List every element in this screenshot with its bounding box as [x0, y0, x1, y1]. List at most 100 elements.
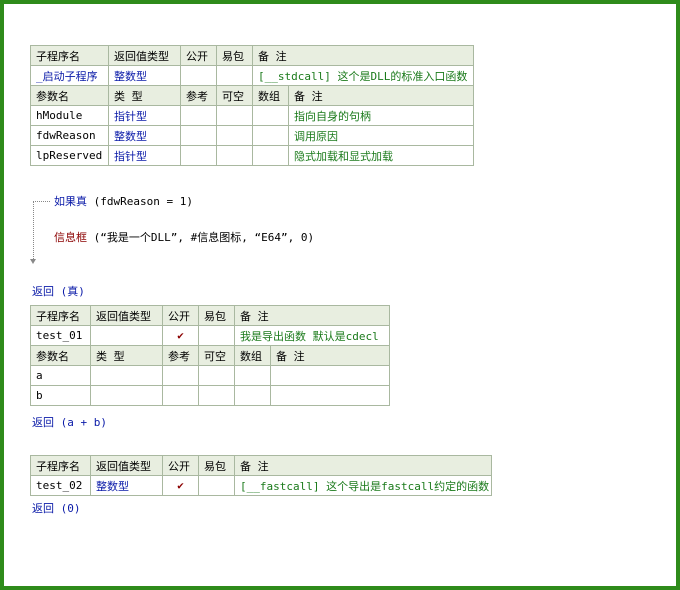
public-check-icon[interactable]: ✔: [162, 475, 199, 496]
easy-pack-cell[interactable]: [198, 475, 235, 496]
if-statement-line[interactable]: 如果真 (fdwReason = 1): [54, 193, 193, 209]
return-true-line[interactable]: 返回 (真): [32, 283, 85, 299]
table-header-row: 子程序名 返回值类型 公开 易包 备 注: [30, 455, 492, 476]
col-header-easy-pack: 易包: [198, 455, 235, 476]
col-header-return-type: 返回值类型: [108, 45, 181, 66]
flow-line-vertical: [33, 201, 34, 259]
col-header-easy-pack: 易包: [198, 305, 235, 326]
subroutine-name-cell[interactable]: _启动子程序: [30, 65, 109, 86]
param-ref-cell[interactable]: [162, 365, 199, 386]
remark-cell[interactable]: [__stdcall] 这个是DLL的标准入口函数: [252, 65, 474, 86]
param-header-row: 参数名 类 型 参考 可空 数组 备 注: [30, 85, 474, 106]
param-header-ref: 参考: [162, 345, 199, 366]
param-array-cell[interactable]: [252, 105, 289, 126]
table-row[interactable]: hModule 指针型 指向自身的句柄: [30, 105, 474, 126]
table-row[interactable]: b: [30, 385, 390, 406]
param-header-nullable: 可空: [216, 85, 253, 106]
col-header-name: 子程序名: [30, 455, 91, 476]
param-header-type: 类 型: [90, 345, 163, 366]
param-ref-cell[interactable]: [180, 105, 217, 126]
param-name-cell[interactable]: hModule: [30, 105, 109, 126]
param-array-cell[interactable]: [234, 385, 271, 406]
param-nullable-cell[interactable]: [216, 105, 253, 126]
easy-pack-cell[interactable]: [216, 65, 253, 86]
param-header-ref: 参考: [180, 85, 217, 106]
param-nullable-cell[interactable]: [198, 365, 235, 386]
if-keyword: 如果真: [54, 195, 87, 208]
table-header-row: 子程序名 返回值类型 公开 易包 备 注: [30, 45, 474, 66]
subroutine-table-test02: 子程序名 返回值类型 公开 易包 备 注 test_02 整数型 ✔ [__fa…: [30, 455, 492, 496]
param-name-cell[interactable]: a: [30, 365, 91, 386]
param-nullable-cell[interactable]: [198, 385, 235, 406]
param-header-type: 类 型: [108, 85, 181, 106]
return-zero-line[interactable]: 返回 (0): [32, 500, 81, 516]
param-type-cell[interactable]: [90, 365, 163, 386]
col-header-return-type: 返回值类型: [90, 455, 163, 476]
param-array-cell[interactable]: [252, 125, 289, 146]
param-header-remark: 备 注: [288, 85, 474, 106]
msgbox-arguments: (“我是一个DLL”, #信息图标, “E64”, 0): [93, 231, 315, 244]
flow-line-top: [33, 201, 50, 202]
param-name-cell[interactable]: fdwReason: [30, 125, 109, 146]
param-nullable-cell[interactable]: [216, 125, 253, 146]
param-ref-cell[interactable]: [162, 385, 199, 406]
param-header-nullable: 可空: [198, 345, 235, 366]
subroutine-name-cell[interactable]: test_01: [30, 325, 91, 346]
param-ref-cell[interactable]: [180, 145, 217, 166]
param-remark-cell[interactable]: 指向自身的句柄: [288, 105, 474, 126]
table-row[interactable]: lpReserved 指针型 隐式加载和显式加载: [30, 145, 474, 166]
param-nullable-cell[interactable]: [216, 145, 253, 166]
table-row[interactable]: a: [30, 365, 390, 386]
col-header-remark: 备 注: [252, 45, 474, 66]
col-header-name: 子程序名: [30, 45, 109, 66]
public-check-icon[interactable]: ✔: [162, 325, 199, 346]
subroutine-name-cell[interactable]: test_02: [30, 475, 91, 496]
flow-arrow-icon: [30, 259, 36, 264]
col-header-name: 子程序名: [30, 305, 91, 326]
param-type-cell[interactable]: 指针型: [108, 105, 181, 126]
table-row[interactable]: _启动子程序 整数型 [__stdcall] 这个是DLL的标准入口函数: [30, 65, 474, 86]
param-remark-cell[interactable]: 调用原因: [288, 125, 474, 146]
easy-pack-cell[interactable]: [198, 325, 235, 346]
if-arguments: (fdwReason = 1): [93, 195, 193, 208]
param-header-array: 数组: [252, 85, 289, 106]
param-remark-cell[interactable]: 隐式加载和显式加载: [288, 145, 474, 166]
param-name-cell[interactable]: b: [30, 385, 91, 406]
table-row[interactable]: fdwReason 整数型 调用原因: [30, 125, 474, 146]
remark-cell[interactable]: 我是导出函数 默认是cdecl: [234, 325, 390, 346]
col-header-public: 公开: [162, 455, 199, 476]
col-header-return-type: 返回值类型: [90, 305, 163, 326]
public-cell[interactable]: [180, 65, 217, 86]
param-type-cell[interactable]: [90, 385, 163, 406]
subroutine-table-test01: 子程序名 返回值类型 公开 易包 备 注 test_01 ✔ 我是导出函数 默认…: [30, 305, 390, 406]
param-array-cell[interactable]: [234, 365, 271, 386]
col-header-public: 公开: [162, 305, 199, 326]
table-row[interactable]: test_01 ✔ 我是导出函数 默认是cdecl: [30, 325, 390, 346]
param-remark-cell[interactable]: [270, 385, 390, 406]
param-header-name: 参数名: [30, 85, 109, 106]
return-sum-line[interactable]: 返回 (a + b): [32, 414, 107, 430]
param-array-cell[interactable]: [252, 145, 289, 166]
col-header-easy-pack: 易包: [216, 45, 253, 66]
param-ref-cell[interactable]: [180, 125, 217, 146]
subroutine-table-startup: 子程序名 返回值类型 公开 易包 备 注 _启动子程序 整数型 [__stdca…: [30, 45, 474, 166]
msgbox-statement-line[interactable]: 信息框 (“我是一个DLL”, #信息图标, “E64”, 0): [54, 229, 314, 245]
return-type-cell[interactable]: [90, 325, 163, 346]
param-type-cell[interactable]: 整数型: [108, 125, 181, 146]
param-header-array: 数组: [234, 345, 271, 366]
param-header-remark: 备 注: [270, 345, 390, 366]
col-header-remark: 备 注: [234, 305, 390, 326]
table-header-row: 子程序名 返回值类型 公开 易包 备 注: [30, 305, 390, 326]
msgbox-keyword: 信息框: [54, 231, 87, 244]
param-header-name: 参数名: [30, 345, 91, 366]
table-row[interactable]: test_02 整数型 ✔ [__fastcall] 这个导出是fastcall…: [30, 475, 492, 496]
param-name-cell[interactable]: lpReserved: [30, 145, 109, 166]
col-header-remark: 备 注: [234, 455, 492, 476]
return-type-cell[interactable]: 整数型: [108, 65, 181, 86]
param-header-row: 参数名 类 型 参考 可空 数组 备 注: [30, 345, 390, 366]
col-header-public: 公开: [180, 45, 217, 66]
remark-cell[interactable]: [__fastcall] 这个导出是fastcall约定的函数: [234, 475, 492, 496]
param-type-cell[interactable]: 指针型: [108, 145, 181, 166]
return-type-cell[interactable]: 整数型: [90, 475, 163, 496]
param-remark-cell[interactable]: [270, 365, 390, 386]
